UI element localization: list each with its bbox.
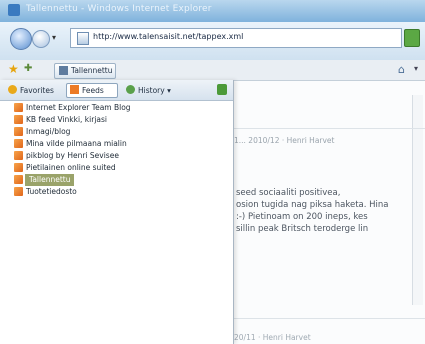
article-line: sillin peak Britsch teroderge lin [236, 224, 369, 234]
list-item[interactable]: Mina vilde pilmaana mialin [14, 138, 224, 150]
forward-button[interactable] [32, 30, 50, 48]
window-title: Tallennettu - Windows Internet Explorer [26, 4, 212, 14]
browser-window: Tallennettu - Windows Internet Explorer … [0, 0, 425, 344]
list-item[interactable]: Pietilainen online suited [14, 162, 224, 174]
feed-name: Inmagi/blog [26, 127, 71, 136]
rss-icon [14, 175, 23, 184]
favorites-center-header: Favorites Feeds History ▾ [0, 80, 233, 101]
article-meta: 1... 2010/12 · Henri Harvet [234, 136, 335, 145]
tab-label: Tallennettu [71, 66, 113, 75]
feed-name: Tuotetiedosto [26, 187, 77, 196]
back-button[interactable] [10, 28, 32, 50]
tab-feeds-label: Feeds [82, 86, 104, 95]
content-right-edge [412, 95, 423, 305]
rss-icon [14, 187, 23, 196]
rss-icon [14, 151, 23, 160]
tab-history-label: History [138, 86, 165, 95]
tab-feeds[interactable]: Feeds [66, 83, 118, 98]
divider [234, 318, 425, 319]
rss-icon [14, 127, 23, 136]
home-dropdown-icon[interactable]: ▾ [414, 64, 418, 73]
home-icon[interactable]: ⌂ [398, 63, 405, 76]
feed-name: Pietilainen online suited [26, 163, 116, 172]
tab-history[interactable]: History ▾ [122, 83, 186, 98]
list-item[interactable]: KB feed Vinkki, kirjasi [14, 114, 224, 126]
feed-name: pikblog by Henri Sevisee [26, 151, 119, 160]
list-item[interactable]: Inmagi/blog [14, 126, 224, 138]
divider [234, 128, 425, 129]
pin-panel-icon[interactable] [217, 84, 227, 95]
tab-page-icon [59, 66, 68, 75]
star-icon [8, 85, 17, 94]
feed-name: Mina vilde pilmaana mialin [26, 139, 127, 148]
tab-favorites-label: Favorites [20, 86, 54, 95]
browser-tab[interactable]: Tallennettu [54, 63, 116, 79]
rss-icon [14, 163, 23, 172]
feed-name: KB feed Vinkki, kirjasi [26, 115, 107, 124]
rss-icon [14, 115, 23, 124]
rss-icon [14, 103, 23, 112]
ie-logo-icon [8, 4, 20, 16]
article-meta: 20/11 · Henri Harvet [234, 333, 311, 342]
page-icon [77, 32, 89, 45]
title-bar: Tallennettu - Windows Internet Explorer [0, 0, 425, 23]
article-line: seed sociaaliti positivea, [236, 188, 341, 198]
tab-favorites[interactable]: Favorites [4, 83, 55, 98]
feed-name: Tallennettu [25, 174, 75, 186]
address-bar[interactable]: http://www.talensaisit.net/tappex.xml [70, 28, 402, 48]
article-line: :-) Pietinoam on 200 ineps, kes [236, 212, 368, 222]
history-icon [126, 85, 135, 94]
favorites-center-panel: Favorites Feeds History ▾ Internet Explo… [0, 80, 234, 344]
add-favorite-icon[interactable]: ✚ [24, 63, 32, 74]
article-line: osion tugida nag piksa haketa. Hina [236, 200, 389, 210]
list-item[interactable]: Internet Explorer Team Blog [14, 102, 224, 114]
rss-icon [14, 139, 23, 148]
list-item[interactable]: pikblog by Henri Sevisee [14, 150, 224, 162]
go-button[interactable] [404, 29, 420, 47]
favorites-center-star-icon[interactable]: ★ [8, 62, 19, 76]
list-item[interactable]: Tuotetiedosto [14, 186, 224, 198]
address-url[interactable]: http://www.talensaisit.net/tappex.xml [93, 32, 243, 41]
rss-icon [70, 85, 79, 94]
feed-name: Internet Explorer Team Blog [26, 103, 131, 112]
list-item-selected[interactable]: Tallennettu [14, 174, 224, 186]
history-dropdown-icon[interactable]: ▾ [52, 33, 56, 42]
